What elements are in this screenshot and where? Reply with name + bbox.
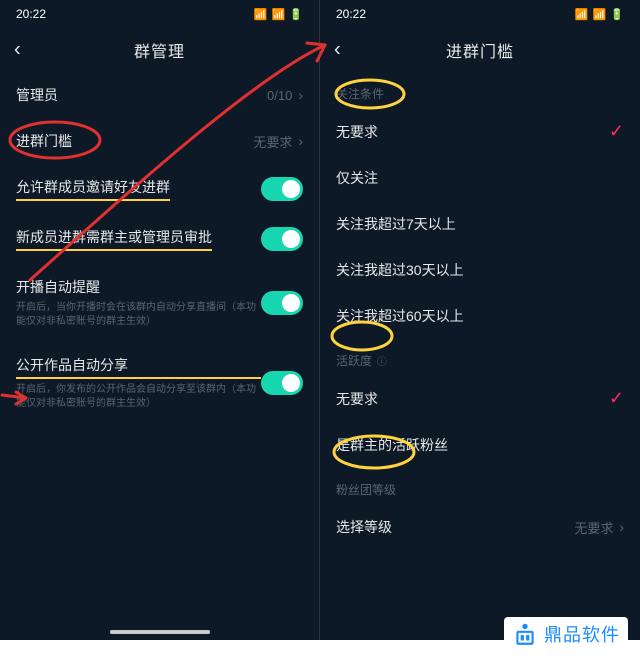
phone-right: 20:22 📶 📶 🔋 ‹ 进群门槛 关注条件 无要求 ✓ 仅关注 关注我超过7… xyxy=(320,0,640,640)
opt-follow-30-label: 关注我超过30天以上 xyxy=(336,260,464,280)
row-admin-value: 0/10 xyxy=(267,88,292,103)
home-indicator[interactable] xyxy=(110,630,210,634)
opt-follow-7-label: 关注我超过7天以上 xyxy=(336,214,456,234)
watermark-icon xyxy=(512,621,538,647)
opt-follow-30[interactable]: 关注我超过30天以上 xyxy=(320,247,640,293)
wifi-icon: 📶 xyxy=(272,8,286,21)
opt-pick-level[interactable]: 选择等级 无要求 › xyxy=(320,504,640,550)
battery-icon: 🔋 xyxy=(610,8,624,21)
opt-pick-level-label: 选择等级 xyxy=(336,517,392,537)
check-icon: ✓ xyxy=(609,388,624,409)
signal-icon: 📶 xyxy=(254,8,268,21)
nav-bar-left: ‹ 群管理 xyxy=(0,28,319,72)
page-title-left: 群管理 xyxy=(134,38,185,62)
opt-follow-7[interactable]: 关注我超过7天以上 xyxy=(320,201,640,247)
back-button[interactable]: ‹ xyxy=(334,39,341,62)
nav-bar-right: ‹ 进群门槛 xyxy=(320,28,640,72)
toggle-share[interactable] xyxy=(261,371,303,395)
opt-follow-only-label: 仅关注 xyxy=(336,168,378,188)
watermark: 鼎品软件 xyxy=(504,617,628,651)
row-invite: 允许群成员邀请好友进群 xyxy=(0,164,319,214)
chevron-right-icon: › xyxy=(619,519,624,535)
chevron-right-icon: › xyxy=(298,133,303,149)
content-left: 管理员 0/10 › 进群门槛 无要求 › 允许群成员邀请好友进群 新成员进群需… xyxy=(0,72,319,640)
status-bar: 20:22 📶 📶 🔋 xyxy=(0,0,319,28)
section-active: 活跃度 ⓘ xyxy=(320,339,640,375)
opt-active-fan-label: 是群主的活跃粉丝 xyxy=(336,435,448,455)
opt-follow-60-label: 关注我超过60天以上 xyxy=(336,306,464,326)
opt-none2[interactable]: 无要求 ✓ xyxy=(320,375,640,422)
chevron-right-icon: › xyxy=(298,87,303,103)
row-approve: 新成员进群需群主或管理员审批 xyxy=(0,214,319,264)
opt-follow-60[interactable]: 关注我超过60天以上 xyxy=(320,293,640,339)
wifi-icon: 📶 xyxy=(593,8,607,21)
status-icons: 📶 📶 🔋 xyxy=(575,8,624,21)
info-icon[interactable]: ⓘ xyxy=(374,357,387,368)
section-fan: 粉丝团等级 xyxy=(320,468,640,504)
opt-none-label: 无要求 xyxy=(336,122,378,142)
section-active-label: 活跃度 xyxy=(336,354,372,368)
status-time: 20:22 xyxy=(16,7,46,21)
phone-left: 20:22 📶 📶 🔋 ‹ 群管理 管理员 0/10 › 进群门槛 无要求 › … xyxy=(0,0,320,640)
row-share-desc: 开启后，你发布的公开作品会自动分享至该群内（本功能仅对非私密账号的群主生效） xyxy=(16,383,261,411)
row-live-desc: 开启后，当你开播时会在该群内自动分享直播间（本功能仅对非私密账号的群主生效） xyxy=(16,301,261,329)
opt-pick-level-value: 无要求 xyxy=(574,518,613,537)
row-admin[interactable]: 管理员 0/10 › xyxy=(0,72,319,118)
opt-none2-label: 无要求 xyxy=(336,389,378,409)
status-icons: 📶 📶 🔋 xyxy=(254,8,303,21)
opt-none[interactable]: 无要求 ✓ xyxy=(320,108,640,155)
back-button[interactable]: ‹ xyxy=(14,39,21,62)
signal-icon: 📶 xyxy=(575,8,589,21)
content-right: 关注条件 无要求 ✓ 仅关注 关注我超过7天以上 关注我超过30天以上 关注我超… xyxy=(320,72,640,640)
row-threshold-value: 无要求 xyxy=(253,132,292,151)
row-auto-share: 公开作品自动分享 开启后，你发布的公开作品会自动分享至该群内（本功能仅对非私密账… xyxy=(0,342,319,424)
row-live-label: 开播自动提醒 xyxy=(16,277,261,297)
toggle-approve[interactable] xyxy=(261,227,303,251)
toggle-live[interactable] xyxy=(261,291,303,315)
watermark-text: 鼎品软件 xyxy=(544,621,620,647)
row-threshold-label: 进群门槛 xyxy=(16,131,72,151)
row-approve-label: 新成员进群需群主或管理员审批 xyxy=(16,227,212,251)
toggle-invite[interactable] xyxy=(261,177,303,201)
status-time: 20:22 xyxy=(336,7,366,21)
section-follow: 关注条件 xyxy=(320,72,640,108)
row-invite-label: 允许群成员邀请好友进群 xyxy=(16,177,170,201)
row-threshold[interactable]: 进群门槛 无要求 › xyxy=(0,118,319,164)
opt-follow-only[interactable]: 仅关注 xyxy=(320,155,640,201)
row-admin-label: 管理员 xyxy=(16,85,58,105)
row-share-label: 公开作品自动分享 xyxy=(16,355,261,379)
opt-active-fan[interactable]: 是群主的活跃粉丝 xyxy=(320,422,640,468)
page-title-right: 进群门槛 xyxy=(446,38,514,62)
battery-icon: 🔋 xyxy=(289,8,303,21)
check-icon: ✓ xyxy=(609,121,624,142)
status-bar: 20:22 📶 📶 🔋 xyxy=(320,0,640,28)
row-live-remind: 开播自动提醒 开启后，当你开播时会在该群内自动分享直播间（本功能仅对非私密账号的… xyxy=(0,264,319,342)
